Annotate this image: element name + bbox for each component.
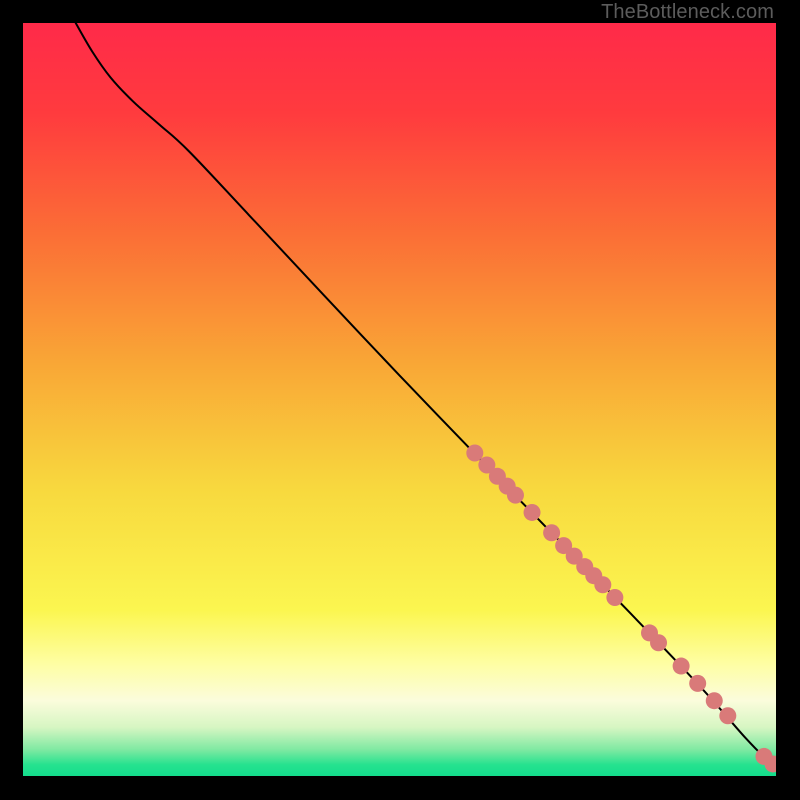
data-point — [706, 692, 723, 709]
data-point — [650, 634, 667, 651]
data-point — [543, 524, 560, 541]
data-point — [466, 444, 483, 461]
data-point — [673, 658, 690, 675]
chart-plot — [23, 23, 776, 776]
chart-frame: TheBottleneck.com — [23, 23, 776, 776]
watermark-text: TheBottleneck.com — [601, 1, 774, 24]
data-point — [594, 576, 611, 593]
data-point — [507, 487, 524, 504]
data-point — [606, 589, 623, 606]
data-point — [719, 707, 736, 724]
data-point — [524, 504, 541, 521]
gradient-background — [23, 23, 776, 776]
data-point — [689, 675, 706, 692]
